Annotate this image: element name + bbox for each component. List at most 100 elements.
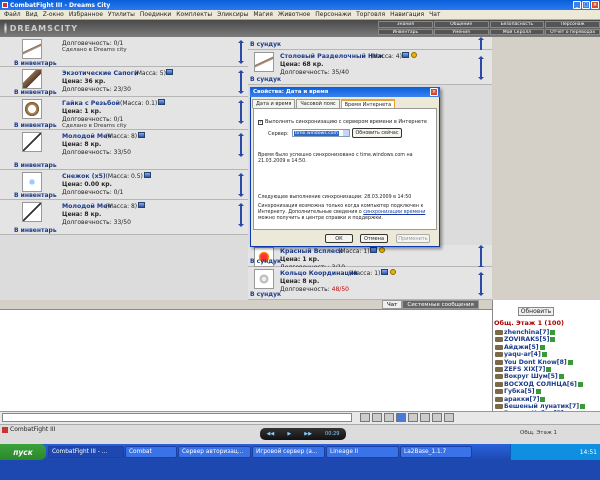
next-icon[interactable]: ▶▶ — [304, 431, 312, 437]
scroll-arrow-icon[interactable] — [238, 203, 244, 227]
to-chest-link[interactable]: В сундук — [250, 76, 281, 83]
to-inventory-link[interactable]: В инвентарь — [14, 60, 57, 67]
item-name[interactable]: Экзотические Сапоги — [62, 70, 138, 77]
scroll-arrow-icon[interactable] — [238, 133, 244, 157]
tab-time-zone[interactable]: Часовой пояс — [296, 99, 340, 108]
item-info-icon[interactable] — [370, 247, 377, 253]
to-chest-link[interactable]: В сундук — [250, 258, 281, 265]
item-name[interactable]: Кольцо Координации — [280, 270, 358, 277]
taskbar-button[interactable]: CombatFight III - ... — [48, 446, 124, 458]
item-info-icon[interactable] — [137, 132, 145, 138]
item-info-icon[interactable] — [380, 269, 388, 275]
scroll-arrow-icon[interactable] — [238, 70, 244, 94]
online-user[interactable]: yaqu-ar[4] — [495, 351, 547, 358]
topnav-item[interactable]: Персонаж — [545, 21, 600, 28]
online-user[interactable]: Бешеный лунатик[7] — [495, 403, 586, 410]
online-user[interactable]: Губка[5] — [495, 388, 541, 395]
to-inventory-link[interactable]: В инвентарь — [14, 162, 57, 169]
menu-item[interactable]: Персонажи — [315, 11, 351, 18]
update-now-button[interactable]: Обновить сейчас — [352, 128, 402, 138]
menu-item[interactable]: Утилиты — [108, 11, 135, 18]
menu-item[interactable]: Поединки — [140, 11, 171, 18]
user-info-icon[interactable] — [577, 381, 583, 387]
dialog-close-icon[interactable]: × — [430, 88, 438, 96]
maximize-button[interactable]: □ — [582, 1, 590, 9]
chat-input[interactable] — [2, 413, 352, 422]
sync-help-link[interactable]: синхронизации времени — [363, 210, 425, 215]
online-user[interactable]: ZOVIRAKS[5] — [495, 336, 556, 343]
item-name[interactable]: Гайка с Резьбой — [62, 100, 120, 107]
menu-item[interactable]: Файл — [4, 11, 21, 18]
menu-item[interactable]: Вид — [26, 11, 38, 18]
online-user[interactable]: аракки[7] — [495, 396, 546, 403]
item-info-icon[interactable] — [166, 69, 174, 75]
apply-button[interactable]: Применить — [396, 234, 430, 243]
scroll-arrow-icon[interactable] — [238, 100, 244, 124]
user-info-icon[interactable] — [550, 337, 556, 343]
translit-button[interactable] — [384, 413, 394, 422]
user-info-icon[interactable] — [535, 389, 541, 395]
scroll-arrow-icon[interactable] — [478, 55, 484, 80]
menu-item[interactable]: Животное — [278, 11, 310, 18]
item-name[interactable]: Снежок (x5) — [62, 173, 106, 180]
scroll-arrow-icon[interactable] — [238, 173, 244, 197]
media-player[interactable]: ◀◀ ▶ ▶▶ 00:29 — [260, 428, 346, 440]
topnav-item[interactable]: Инвентарь — [378, 28, 433, 35]
topnav-item[interactable]: Знания — [378, 21, 433, 28]
tab-system-messages[interactable]: Системные сообщения — [402, 300, 479, 309]
prev-icon[interactable]: ◀◀ — [267, 431, 275, 437]
menu-item[interactable]: Z-окно — [43, 11, 64, 18]
scroll-arrow-icon[interactable] — [478, 271, 484, 296]
taskbar-button[interactable]: Сервер авторизац... — [178, 446, 251, 458]
user-info-icon[interactable] — [539, 344, 545, 350]
chat-log[interactable] — [0, 309, 492, 411]
server-select[interactable]: time.windows.com — [292, 129, 350, 137]
online-user[interactable]: ВОСХОД СОЛНЦА[6] — [495, 381, 583, 388]
menu-item[interactable]: Торговля — [356, 11, 385, 18]
scroll-arrow-icon[interactable] — [238, 40, 244, 64]
taskbar-button[interactable]: Combat — [125, 446, 177, 458]
online-user[interactable]: Вокруг Шум[5] — [495, 373, 564, 380]
to-chest-link[interactable]: В сундук — [250, 291, 281, 298]
to-chest-link[interactable]: В сундук — [250, 41, 281, 48]
exit-button[interactable] — [444, 413, 454, 422]
to-inventory-link[interactable]: В инвентарь — [14, 89, 57, 96]
taskbar-button[interactable]: La2Base_1.1.7 — [400, 446, 472, 458]
topnav-item[interactable]: Общение — [433, 21, 489, 28]
to-inventory-link[interactable]: В инвентарь — [14, 192, 57, 199]
topnav-item[interactable]: Отчет о переводах — [545, 28, 600, 35]
item-info-icon[interactable] — [402, 52, 410, 58]
refresh-button[interactable]: Обновить — [518, 307, 554, 316]
menu-item[interactable]: Навигация — [390, 11, 424, 18]
user-info-icon[interactable] — [540, 396, 546, 402]
online-user[interactable]: zhenchina[7] — [495, 329, 556, 336]
play-icon[interactable]: ▶ — [287, 431, 291, 437]
user-info-icon[interactable] — [580, 404, 586, 409]
filter-button[interactable] — [396, 413, 406, 422]
online-user[interactable]: Айджи[5] — [495, 344, 545, 351]
clear-button[interactable] — [408, 413, 418, 422]
smiley-button[interactable] — [372, 413, 382, 422]
topnav-item[interactable]: Мой Скролл — [489, 28, 545, 35]
user-info-icon[interactable] — [546, 367, 552, 372]
menu-item[interactable]: Комплекты — [176, 11, 212, 18]
minimize-button[interactable]: _ — [573, 1, 581, 9]
online-user[interactable]: ZEFS XIX[7] — [495, 366, 552, 373]
user-info-icon[interactable] — [558, 374, 564, 380]
menu-item[interactable]: Эликсиры — [217, 11, 248, 18]
tab-chat[interactable]: Чат — [382, 300, 403, 309]
to-inventory-link[interactable]: В инвентарь — [14, 227, 57, 234]
scroll-arrow-icon[interactable] — [478, 245, 484, 269]
item-name[interactable]: Красный Всплеск — [280, 248, 343, 255]
menu-item[interactable]: Чат — [429, 11, 440, 18]
chevron-down-icon[interactable] — [343, 130, 349, 136]
topnav-item[interactable]: Безопасность — [489, 21, 545, 28]
item-name[interactable]: Молодой Меч — [62, 133, 112, 140]
item-name[interactable]: Молодой Меч — [62, 203, 112, 210]
item-info-icon[interactable] — [158, 99, 166, 105]
to-inventory-link[interactable]: В инвентарь — [14, 122, 57, 129]
taskbar-button[interactable]: Игровой сервер (а... — [252, 446, 325, 458]
user-info-icon[interactable] — [567, 359, 573, 365]
topnav-item[interactable]: Умения — [433, 28, 489, 35]
cancel-button[interactable]: Отмена — [360, 234, 388, 243]
